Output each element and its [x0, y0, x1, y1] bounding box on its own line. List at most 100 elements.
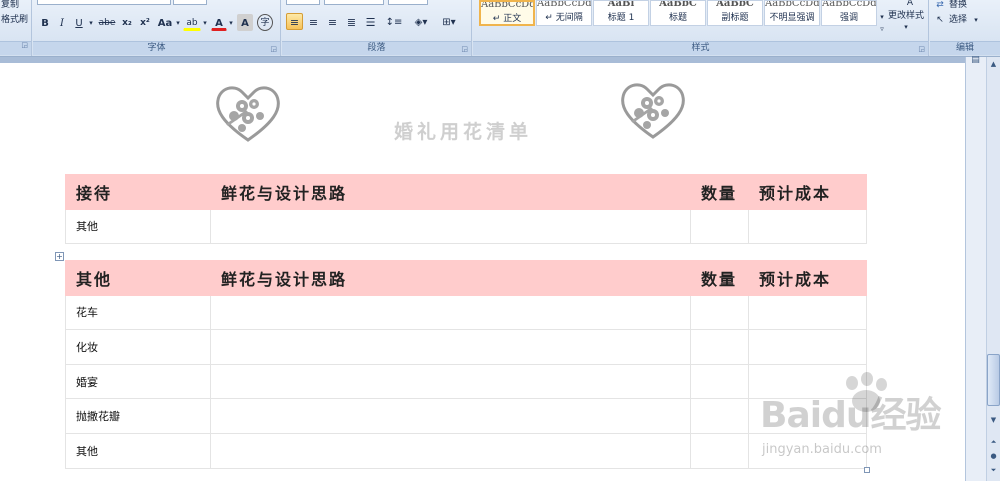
font-dialog-launcher-icon[interactable]: ◲ [270, 45, 277, 53]
previous-page-icon[interactable]: ⏶ [988, 437, 999, 448]
style-title[interactable]: AaBbC 标题 [650, 0, 706, 26]
align-right-button[interactable]: ≡ [324, 13, 341, 30]
vertical-scrollbar[interactable]: ▲ ▤ ▼ ⏶ ● ⏷ [965, 55, 1000, 481]
table-row: 花车 [65, 294, 867, 331]
table-cell[interactable] [210, 208, 691, 245]
header-cell[interactable]: 数量 [690, 260, 749, 296]
styles-group-label: 样式 [473, 41, 928, 55]
header-cell[interactable]: 鲜花与设计思路 [210, 260, 691, 296]
select-icon[interactable]: ↖ [934, 11, 946, 28]
distribute-button[interactable]: ☰ [362, 13, 379, 30]
style-normal[interactable]: AaBbCcDd ↵ 正文 [479, 0, 535, 26]
strikethrough-button[interactable]: abe [97, 14, 117, 31]
table-cell[interactable] [690, 208, 749, 245]
table-cell[interactable] [748, 294, 867, 331]
table-cell[interactable] [690, 363, 749, 400]
style-no-spacing[interactable]: AaBbCcDd ↵ 无间隔 [536, 0, 592, 26]
table-move-handle-icon[interactable]: + [55, 252, 64, 261]
table-cell[interactable] [690, 398, 749, 434]
bold-button[interactable]: B [37, 14, 53, 31]
scroll-up-arrow-icon[interactable]: ▲ [988, 59, 999, 70]
styles-group: AaBbCcDd ↵ 正文 AaBbCcDd ↵ 无间隔 AaBl 标题 1 A… [473, 0, 929, 56]
shading-button[interactable]: ◈▾ [408, 13, 434, 30]
change-case-dropdown-icon[interactable]: ▾ [174, 14, 182, 31]
font-color-button[interactable]: A [211, 14, 227, 31]
paragraph-dialog-launcher-icon[interactable]: ◲ [461, 45, 468, 53]
highlight-dropdown-icon[interactable]: ▾ [201, 14, 209, 31]
style-subtle-emphasis[interactable]: AaBbCcDd 不明显强调 [764, 0, 820, 26]
watermark-logo-text: Baidu经验 [760, 395, 941, 436]
table-cell[interactable]: 其他 [65, 432, 211, 469]
table-cell[interactable] [690, 294, 749, 331]
browse-object-icon[interactable]: ● [988, 451, 999, 462]
table-cell[interactable]: 婚宴 [65, 363, 211, 400]
sort-combo[interactable] [388, 0, 428, 5]
heart-ornament-right-icon [621, 83, 685, 139]
italic-button[interactable]: I [54, 14, 70, 31]
font-color-dropdown-icon[interactable]: ▾ [227, 14, 235, 31]
select-dropdown-icon[interactable]: ▾ [972, 11, 980, 28]
clipboard-group-label: ◲ [0, 41, 31, 55]
underline-dropdown-icon[interactable]: ▾ [87, 14, 95, 31]
superscript-button[interactable]: x² [137, 14, 153, 31]
header-cell[interactable]: 鲜花与设计思路 [210, 174, 691, 210]
table-cell[interactable] [210, 398, 691, 434]
editing-group: ⇄ 替换 ↖ 选择 ▾ 编辑 [930, 0, 1000, 56]
header-cell[interactable]: 预计成本 [748, 174, 867, 210]
borders-button[interactable]: ⊞▾ [436, 13, 462, 30]
table-cell[interactable] [210, 294, 691, 331]
other-table[interactable]: 其他 鲜花与设计思路 数量 预计成本 花车 化妆 婚宴 抛撒花瓣 其他 [65, 260, 867, 469]
change-case-button[interactable]: Aa [155, 14, 175, 31]
format-painter-button[interactable]: 格式刷 [0, 11, 32, 28]
align-center-button[interactable]: ≡ [305, 13, 322, 30]
table-cell[interactable]: 花车 [65, 294, 211, 331]
table-row: 婚宴 [65, 363, 867, 400]
style-emphasis[interactable]: AaBbCcDd 强调 [821, 0, 877, 26]
ribbon: 复制 格式刷 ◲ B I U ▾ abe x₂ x² Aa ▾ ab ▾ A ▾… [0, 0, 1000, 57]
table-cell[interactable]: 抛撒花瓣 [65, 398, 211, 434]
line-spacing-button[interactable]: ↕≡ [384, 13, 404, 30]
style-name: ↵ 无间隔 [545, 13, 583, 23]
table-cell[interactable] [690, 329, 749, 365]
next-page-icon[interactable]: ⏷ [988, 465, 999, 476]
indent-combo[interactable] [324, 0, 384, 5]
style-preview: AaBbCcDd [765, 1, 819, 9]
table-cell[interactable] [210, 329, 691, 365]
reception-table[interactable]: 接待 鲜花与设计思路 数量 预计成本 其他 [65, 174, 867, 245]
paragraph-group: ≡ ≡ ≡ ≣ ☰ ↕≡ ◈▾ ⊞▾ 段落 ◲ [282, 0, 472, 56]
header-cell[interactable]: 数量 [690, 174, 749, 210]
justify-button[interactable]: ≣ [343, 13, 360, 30]
subscript-button[interactable]: x₂ [119, 14, 135, 31]
styles-dialog-launcher-icon[interactable]: ◲ [918, 45, 925, 53]
table-cell[interactable] [210, 363, 691, 400]
table-cell[interactable] [690, 432, 749, 469]
style-subtitle[interactable]: AaBbC 副标题 [707, 0, 763, 26]
table-cell[interactable]: 化妆 [65, 329, 211, 365]
enclose-char-button[interactable]: 字 [257, 14, 273, 31]
underline-button[interactable]: U [71, 14, 87, 31]
table-cell[interactable]: 其他 [65, 208, 211, 245]
table-header-row: 其他 鲜花与设计思路 数量 预计成本 [65, 260, 867, 296]
change-styles-dropdown-icon[interactable]: ▾ [899, 18, 913, 35]
style-heading-1[interactable]: AaBl 标题 1 [593, 0, 649, 26]
clipboard-group: 复制 格式刷 ◲ [0, 0, 32, 56]
table-cell[interactable] [748, 329, 867, 365]
char-shading-button[interactable]: A [237, 14, 253, 31]
header-cell[interactable]: 其他 [65, 260, 211, 296]
editing-group-label: 编辑 [930, 41, 1000, 55]
select-button[interactable]: 选择 [948, 11, 972, 28]
align-left-button[interactable]: ≡ [286, 13, 303, 30]
font-size-combo[interactable] [173, 0, 207, 5]
list-combo[interactable] [286, 0, 320, 5]
table-cell[interactable] [210, 432, 691, 469]
scrollbar-thumb[interactable] [987, 354, 1000, 406]
scroll-down-arrow-icon[interactable]: ▼ [988, 415, 999, 426]
table-cell[interactable] [748, 208, 867, 245]
header-cell[interactable]: 接待 [65, 174, 211, 210]
dialog-launcher-icon[interactable]: ◲ [21, 39, 28, 52]
ruler-toggle-icon[interactable]: ▤ [970, 55, 981, 66]
highlight-button[interactable]: ab [183, 14, 201, 31]
font-name-combo[interactable] [37, 0, 171, 5]
header-cell[interactable]: 预计成本 [748, 260, 867, 296]
table-header-row: 接待 鲜花与设计思路 数量 预计成本 [65, 174, 867, 210]
